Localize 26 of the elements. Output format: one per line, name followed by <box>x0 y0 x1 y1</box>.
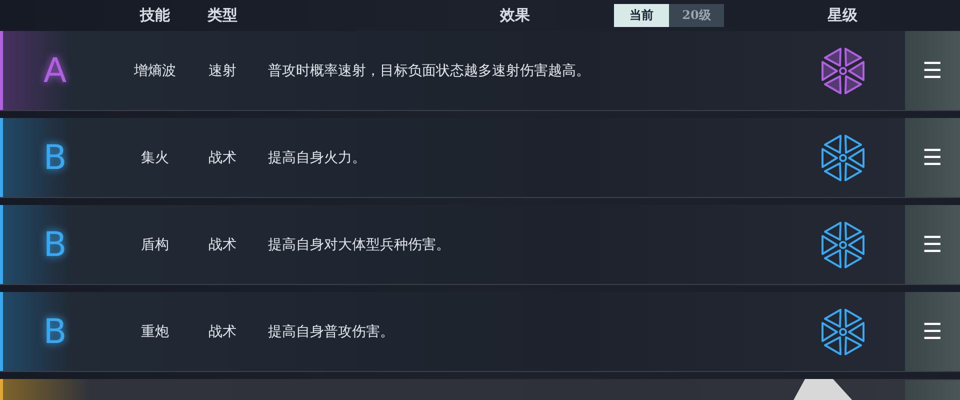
skill-effect: 提高自身普攻伤害。 <box>267 322 395 340</box>
grade-letter: B <box>42 138 68 178</box>
menu-button[interactable]: ☰ <box>905 205 960 284</box>
column-header: 星级 <box>826 6 858 25</box>
level-toggle-tab[interactable]: 当前 <box>614 4 669 27</box>
grade-letter: A <box>42 50 68 90</box>
menu-button[interactable]: ☰ <box>905 118 960 197</box>
menu-button[interactable]: ☰ <box>905 31 960 110</box>
menu-button[interactable]: ☰ <box>905 292 960 371</box>
grade-letter: B <box>42 312 68 352</box>
skill-name: 重炮 <box>140 322 170 340</box>
column-header: 技能 <box>138 6 171 25</box>
skill-effect: 提高自身对大体型兵种伤害。 <box>267 236 451 254</box>
skill-name: 盾构 <box>140 236 170 254</box>
skill-name: 增熵波 <box>133 62 177 80</box>
skill-type: 战术 <box>208 322 238 340</box>
column-header: 类型 <box>206 6 238 25</box>
column-header: 效果 <box>500 6 530 25</box>
skill-name: 集火 <box>140 148 170 166</box>
arrow-shape <box>792 379 852 400</box>
skill-type: 速射 <box>208 62 238 80</box>
skill-type: 战术 <box>208 148 238 166</box>
skill-type: 战术 <box>208 236 238 254</box>
grade-letter: B <box>42 224 68 264</box>
skill-effect: 普攻时概率速射，目标负面状态越多速射伤害越高。 <box>267 62 591 80</box>
skill-effect: 提高自身火力。 <box>267 148 367 166</box>
